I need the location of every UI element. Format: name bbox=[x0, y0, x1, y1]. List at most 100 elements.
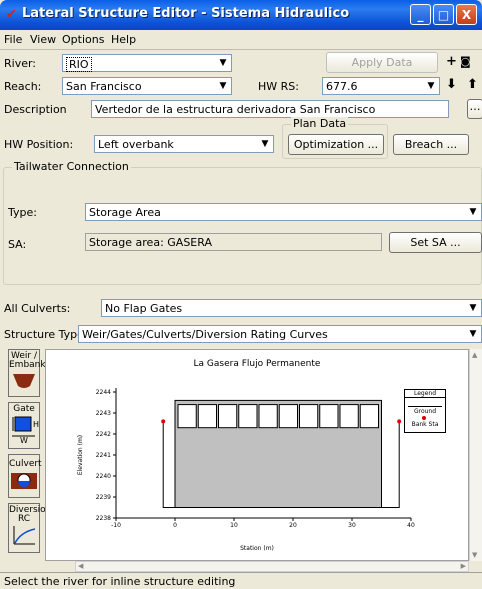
gate-opening bbox=[339, 404, 359, 429]
arrow-down-icon[interactable]: ⬇ bbox=[446, 77, 457, 92]
legend-title: Legend bbox=[405, 390, 445, 398]
legend-box: Legend Ground Bank Sta bbox=[404, 389, 446, 433]
culvert-button[interactable]: Culvert bbox=[8, 454, 42, 498]
river-label: River: bbox=[4, 57, 37, 70]
window-title: Lateral Structure Editor - Sistema Hidra… bbox=[22, 6, 350, 21]
all-culverts-value: No Flap Gates bbox=[105, 302, 183, 315]
culvert-icon bbox=[11, 473, 37, 489]
close-button[interactable]: X bbox=[456, 4, 477, 25]
maximize-button[interactable]: □ bbox=[433, 4, 454, 25]
gate-opening bbox=[177, 404, 197, 429]
gate-h-label: H bbox=[33, 420, 39, 429]
apply-data-button[interactable]: Apply Data bbox=[326, 52, 438, 73]
breach-button[interactable]: Breach ... bbox=[393, 134, 469, 155]
x-axis-label: Station (m) bbox=[240, 545, 274, 552]
hw-rs-label: HW RS: bbox=[258, 80, 299, 93]
tailwater-type-label: Type: bbox=[8, 206, 37, 219]
legend-bank-marker bbox=[422, 416, 426, 420]
reach-label: Reach: bbox=[4, 80, 42, 93]
gate-opening bbox=[258, 404, 278, 429]
bank-station-marker bbox=[397, 419, 402, 424]
menu-help[interactable]: Help bbox=[111, 33, 136, 46]
y-tick-label: 2243 bbox=[96, 410, 111, 417]
rating-curve-icon bbox=[13, 526, 36, 545]
chevron-down-icon: ▼ bbox=[465, 300, 481, 316]
legend-ground-label: Ground bbox=[413, 408, 437, 415]
hw-rs-select[interactable]: 677.6 ▼ bbox=[322, 77, 440, 95]
gate-opening bbox=[197, 404, 217, 429]
status-bar: Select the river for inline structure ed… bbox=[0, 572, 482, 589]
structure-type-value: Weir/Gates/Culverts/Diversion Rating Cur… bbox=[82, 328, 328, 341]
diversion-rc-button[interactable]: Diversion RC bbox=[8, 503, 51, 553]
gate-icon: H W bbox=[12, 416, 39, 445]
scroll-right-icon[interactable]: ▶ bbox=[461, 562, 466, 570]
description-value: Vertedor de la estructura derivadora San… bbox=[95, 103, 376, 116]
river-value: RIO bbox=[66, 57, 92, 72]
reach-select[interactable]: San Francisco ▼ bbox=[62, 77, 232, 95]
gate-opening bbox=[278, 404, 298, 429]
y-tick-label: 2244 bbox=[96, 389, 111, 396]
y-tick-label: 2238 bbox=[96, 515, 111, 522]
structure-type-select[interactable]: Weir/Gates/Culverts/Diversion Rating Cur… bbox=[78, 325, 482, 343]
storage-area-field: Storage area: GASERA bbox=[85, 233, 382, 251]
weir-embankment-button[interactable]: Weir / Embankment bbox=[8, 349, 69, 397]
scroll-down-icon[interactable]: ▼ bbox=[472, 551, 477, 559]
gate-opening bbox=[359, 404, 379, 429]
chevron-down-icon: ▼ bbox=[215, 78, 231, 94]
weir-icon bbox=[13, 374, 35, 388]
tailwater-type-value: Storage Area bbox=[89, 206, 161, 219]
chevron-down-icon: ▼ bbox=[215, 55, 231, 71]
legend-bank-label: Bank Sta bbox=[411, 421, 439, 428]
y-tick-label: 2241 bbox=[96, 452, 111, 459]
gate-label: Gate bbox=[13, 404, 35, 414]
structure-chart: La Gasera Flujo Permanente Station (m) Ele… bbox=[77, 359, 415, 552]
hw-position-value: Left overbank bbox=[98, 138, 174, 151]
description-more-button[interactable]: … bbox=[467, 99, 482, 119]
description-label: Description bbox=[4, 103, 67, 116]
chart-title: La Gasera Flujo Permanente bbox=[194, 359, 321, 369]
scroll-up-icon[interactable]: ▲ bbox=[472, 351, 477, 359]
hw-rs-value: 677.6 bbox=[326, 80, 358, 93]
river-select[interactable]: RIO ▼ bbox=[62, 54, 232, 72]
y-axis-label: Elevation (m) bbox=[77, 435, 84, 475]
gate-opening bbox=[238, 404, 258, 429]
plot-vertical-scrollbar[interactable]: ▲ ▼ bbox=[469, 349, 482, 561]
add-icon[interactable]: + bbox=[446, 54, 457, 69]
hw-position-select[interactable]: Left overbank ▼ bbox=[94, 135, 274, 153]
x-tick-label: 10 bbox=[230, 522, 238, 529]
title-bar[interactable]: ✔ Lateral Structure Editor - Sistema Hid… bbox=[0, 0, 482, 30]
x-tick-label: -10 bbox=[111, 522, 121, 529]
gate-button[interactable]: Gate H W bbox=[8, 402, 40, 449]
description-field[interactable]: Vertedor de la estructura derivadora San… bbox=[91, 100, 449, 118]
culvert-label: Culvert bbox=[9, 459, 42, 469]
minimize-button[interactable]: _ bbox=[410, 4, 431, 25]
camera-icon[interactable]: ◙ bbox=[460, 55, 471, 68]
menu-view[interactable]: View bbox=[30, 33, 56, 46]
x-tick-label: 30 bbox=[348, 522, 356, 529]
set-sa-button[interactable]: Set SA ... bbox=[389, 232, 482, 253]
reach-value: San Francisco bbox=[66, 80, 142, 93]
lateral-structure-editor-window: ✔ Lateral Structure Editor - Sistema Hid… bbox=[0, 0, 482, 589]
arrow-up-icon[interactable]: ⬆ bbox=[467, 77, 478, 92]
y-tick-label: 2239 bbox=[96, 494, 111, 501]
storage-area-value: Storage area: GASERA bbox=[89, 236, 212, 249]
scroll-left-icon[interactable]: ◀ bbox=[78, 562, 83, 570]
menu-options[interactable]: Options bbox=[62, 33, 104, 46]
plan-data-title: Plan Data bbox=[291, 117, 349, 130]
status-text: Select the river for inline structure ed… bbox=[4, 575, 236, 588]
optimization-button[interactable]: Optimization ... bbox=[288, 134, 384, 155]
sa-label: SA: bbox=[8, 238, 27, 251]
structure-type-label: Structure Type: bbox=[4, 328, 88, 341]
bank-station-marker bbox=[161, 419, 166, 424]
all-culverts-select[interactable]: No Flap Gates ▼ bbox=[101, 299, 482, 317]
menu-file[interactable]: File bbox=[4, 33, 22, 46]
tailwater-type-select[interactable]: Storage Area ▼ bbox=[85, 203, 482, 221]
x-tick-label: 0 bbox=[173, 522, 177, 529]
gate-opening bbox=[218, 404, 238, 429]
chevron-down-icon: ▼ bbox=[465, 326, 481, 342]
tailwater-connection-group: Tailwater Connection bbox=[3, 160, 482, 285]
all-culverts-label: All Culverts: bbox=[4, 302, 71, 315]
plot-horizontal-scrollbar[interactable]: ◀ ▶ bbox=[75, 561, 469, 572]
gate-w-label: W bbox=[20, 436, 28, 444]
chevron-down-icon: ▼ bbox=[423, 78, 439, 94]
